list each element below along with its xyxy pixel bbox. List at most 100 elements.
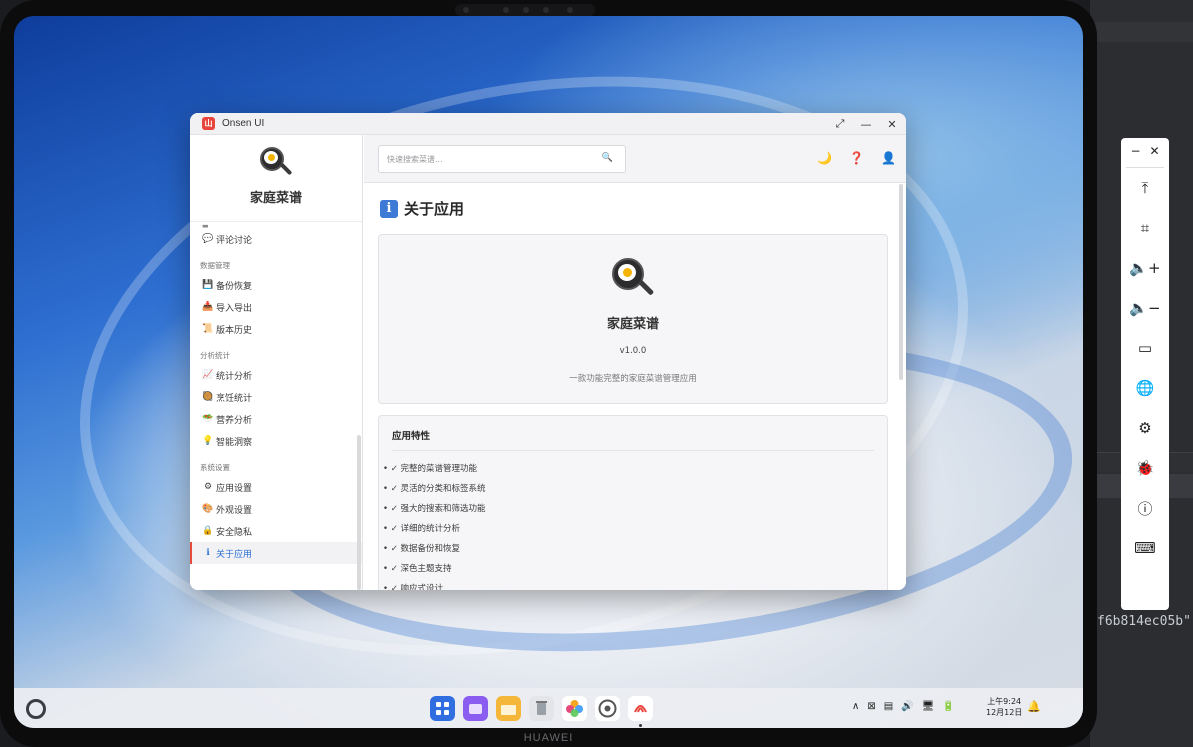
minimize-button[interactable]: — xyxy=(860,118,872,131)
close-button[interactable]: ✕ xyxy=(886,118,898,131)
volume-up-icon[interactable]: 🔈+ xyxy=(1121,248,1169,288)
sidebar-item-insights[interactable]: 💡 智能洞察 xyxy=(190,430,362,452)
palette-icon: 🎨 xyxy=(202,504,214,514)
camera-dot xyxy=(567,7,573,13)
ide-code-fragment: f6b814ec05b" xyxy=(1097,614,1191,629)
app-logo-icon: 山 xyxy=(202,117,215,130)
camera-dot xyxy=(463,7,469,13)
sidebar-brand: 家庭菜谱 xyxy=(190,135,362,222)
salad-icon: 🥗 xyxy=(202,414,214,424)
sidebar-item-app-settings[interactable]: ⚙ 应用设置 xyxy=(190,476,362,498)
main-content: i 关于应用 家庭菜谱 v1.0.0 一款功能完整的家庭菜谱管理应用 应用特性 … xyxy=(364,184,906,590)
gear-icon: ⚙ xyxy=(203,482,213,492)
settings-icon[interactable] xyxy=(595,696,620,721)
emulator-toolbar: − ✕ ⤒ ⌗ 🔈+ 🔈− ▭ 🌐 ⚙ 🐞 ⓘ ⌨ xyxy=(1121,138,1169,610)
feature-item: • ✓ 数据备份和恢复 xyxy=(383,544,461,554)
nav-group-data: 数据管理 xyxy=(200,261,230,270)
sidebar-item-version-history[interactable]: 📜 版本历史 xyxy=(190,318,362,340)
clipboard-icon[interactable]: ▤ xyxy=(884,701,893,712)
volume-down-icon[interactable]: 🔈− xyxy=(1121,288,1169,328)
trash-icon[interactable] xyxy=(529,696,554,721)
gear-icon[interactable]: ⚙ xyxy=(1121,408,1169,448)
floppy-icon: 💾 xyxy=(202,280,214,290)
chart-icon: 📈 xyxy=(202,370,214,380)
window-title: Onsen UI xyxy=(222,118,265,129)
pin-top-icon[interactable]: ⤒ xyxy=(1121,168,1169,208)
window-controls: ⤢ — ✕ xyxy=(834,113,898,135)
content-scrollbar[interactable] xyxy=(899,184,903,380)
sidebar-nav: ▬ 💬 评论讨论 数据管理 💾 备份恢复 📥 导入导出 📜 版本历史 分析统计 … xyxy=(190,222,362,564)
sidebar-item-label: 备份恢复 xyxy=(216,281,253,292)
features-card: 应用特性 • ✓ 完整的菜谱管理功能 • ✓ 灵活的分类和标签系统 • ✓ 强大… xyxy=(378,415,888,590)
sidebar-item-cooking-stats[interactable]: 🥘 烹饪统计 xyxy=(190,386,362,408)
page-title-text: 关于应用 xyxy=(404,200,465,218)
sidebar-item-backup[interactable]: 💾 备份恢复 xyxy=(190,274,362,296)
search-input[interactable] xyxy=(387,146,587,172)
onsen-app-icon[interactable] xyxy=(628,696,653,727)
notes-icon[interactable] xyxy=(496,696,521,721)
sidebar-app-name: 家庭菜谱 xyxy=(249,191,302,206)
sidebar-scrollbar[interactable] xyxy=(357,435,361,590)
sidebar-item-label: 导入导出 xyxy=(216,303,253,314)
lightbulb-icon: 💡 xyxy=(202,436,214,446)
system-tray: ∧ ⊠ ▤ 🔊 🖥 🔋 xyxy=(852,701,955,712)
feature-item: • ✓ 深色主题支持 xyxy=(383,564,452,574)
app-info-card: 家庭菜谱 v1.0.0 一款功能完整的家庭菜谱管理应用 xyxy=(378,234,888,404)
device-brand: HUAWEI xyxy=(523,732,574,744)
gallery-icon[interactable] xyxy=(562,696,587,721)
top-toolbar: 🔍 🌙 ❓ 👤 xyxy=(364,135,906,183)
keyboard-icon[interactable]: ⌨ xyxy=(1121,528,1169,568)
scroll-icon: 📜 xyxy=(202,324,214,334)
running-indicator xyxy=(639,724,642,727)
sidebar-item-about[interactable]: ℹ 关于应用 xyxy=(190,542,362,564)
sidebar-item-statistics[interactable]: 📈 统计分析 xyxy=(190,364,362,386)
lock-icon: 🔒 xyxy=(202,526,214,536)
input-method-icon[interactable]: ⊠ xyxy=(867,701,875,712)
sidebar-item-label: 版本历史 xyxy=(216,325,253,336)
search-icon[interactable]: 🔍 xyxy=(602,153,613,163)
info-icon[interactable]: ⓘ xyxy=(1121,488,1169,528)
sidebar-item-comments[interactable]: 💬 评论讨论 xyxy=(190,228,362,250)
globe-icon[interactable]: 🌐 xyxy=(1121,368,1169,408)
battery-icon[interactable]: 🔋 xyxy=(942,701,954,712)
feature-item: • ✓ 完整的菜谱管理功能 xyxy=(383,464,478,474)
frying-pan-icon xyxy=(609,255,657,303)
app-name: 家庭菜谱 xyxy=(606,317,659,332)
bug-icon[interactable]: 🐞 xyxy=(1121,448,1169,488)
sidebar-item-appearance[interactable]: 🎨 外观设置 xyxy=(190,498,362,520)
sidebar-item-nutrition[interactable]: 🥗 营养分析 xyxy=(190,408,362,430)
crop-icon[interactable]: ⌗ xyxy=(1121,208,1169,248)
sidebar-item-label: 安全隐私 xyxy=(216,527,253,538)
start-button[interactable] xyxy=(26,699,46,719)
power-icon[interactable]: ▭ xyxy=(1121,328,1169,368)
sidebar-item-label: 外观设置 xyxy=(216,505,253,516)
multitask-icon[interactable] xyxy=(463,696,488,721)
volume-icon[interactable]: 🔊 xyxy=(901,701,913,712)
desktop-screen: 山 Onsen UI ⤢ — ✕ 家庭菜谱 ▬ 💬 评论讨论 数据管理 💾 备份… xyxy=(14,16,1083,728)
window-titlebar[interactable]: 山 Onsen UI ⤢ — ✕ xyxy=(190,113,906,135)
camera-dot xyxy=(523,7,529,13)
frying-pan-icon xyxy=(258,145,294,181)
app-window: 山 Onsen UI ⤢ — ✕ 家庭菜谱 ▬ 💬 评论讨论 数据管理 💾 备份… xyxy=(190,113,906,590)
sidebar-item-label: 营养分析 xyxy=(216,415,253,426)
display-icon[interactable]: 🖥 xyxy=(922,701,935,712)
clock-date: 12月12日 xyxy=(986,708,1023,717)
sidebar-item-label: 烹饪统计 xyxy=(216,393,253,404)
sidebar-item-import-export[interactable]: 📥 导入导出 xyxy=(190,296,362,318)
camera-dot xyxy=(543,7,549,13)
minimize-icon[interactable]: − xyxy=(1130,144,1140,167)
sidebar-item-label: 评论讨论 xyxy=(216,235,253,246)
restore-button[interactable]: ⤢ xyxy=(834,117,846,131)
help-icon[interactable]: ❓ xyxy=(849,151,864,165)
close-icon[interactable]: ✕ xyxy=(1149,144,1159,167)
sidebar-item-security[interactable]: 🔒 安全隐私 xyxy=(190,520,362,542)
user-icon[interactable]: 👤 xyxy=(881,151,896,165)
clock-time: 上午9:24 xyxy=(987,697,1022,706)
toolbar-actions: 🌙 ❓ 👤 xyxy=(817,151,896,165)
app-grid-icon[interactable] xyxy=(430,696,455,721)
chevron-up-icon[interactable]: ∧ xyxy=(852,701,859,712)
sidebar-item-label: 应用设置 xyxy=(216,483,253,494)
clock[interactable]: 上午9:24 12月12日 xyxy=(986,696,1022,718)
bell-icon[interactable]: 🔔 xyxy=(1027,700,1041,713)
moon-icon[interactable]: 🌙 xyxy=(817,151,832,165)
